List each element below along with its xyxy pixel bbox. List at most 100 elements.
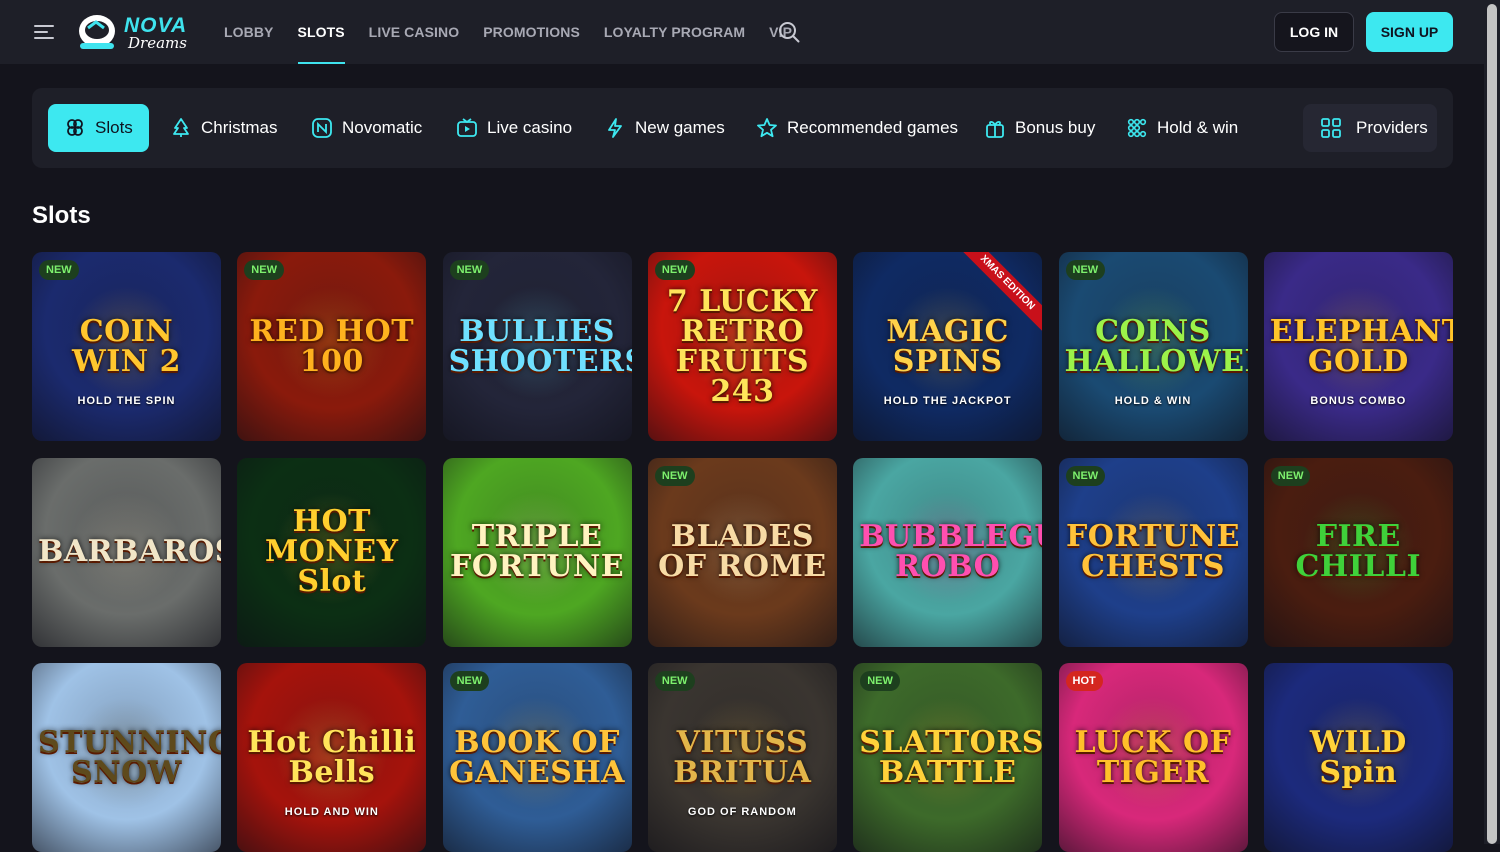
category-christmas[interactable]: Christmas (170, 104, 278, 152)
game-title: Hot Chilli Bells (247, 724, 417, 790)
star-icon (757, 118, 777, 138)
dots-icon (1127, 118, 1147, 138)
game-tile[interactable]: ELEPHANT'S GOLD BONUS COMBO (1263, 252, 1453, 441)
logo[interactable]: NOVA Dreams (74, 10, 187, 54)
gift-icon (986, 121, 1004, 138)
tv-icon (457, 118, 477, 137)
game-tile[interactable]: MAGIC SPINS HOLD THE JACKPOT XMAS EDITION (853, 252, 1043, 441)
providers-label: Providers (1356, 118, 1428, 137)
new-badge: NEW (1065, 260, 1106, 280)
category-label: Slots (95, 118, 133, 137)
game-title: BARBAROSSA (38, 534, 221, 569)
category-label: Live casino (487, 118, 573, 137)
game-title: 7 LUCKY RETRO FRUITS 243 (666, 283, 818, 409)
login-button[interactable]: LOG IN (1274, 12, 1354, 52)
new-badge: NEW (654, 465, 695, 486)
new-badge: NEW (654, 260, 695, 280)
category-live-casino[interactable]: Live casino (456, 104, 572, 152)
game-tile[interactable]: COINS HALLOWEEN HOLD & WIN NEW (1058, 252, 1248, 441)
nav-slots[interactable]: SLOTS (297, 0, 345, 64)
astronaut-logo-icon (79, 15, 115, 49)
category-slots[interactable]: Slots (48, 104, 149, 152)
lightning-icon (608, 118, 622, 138)
game-title: BOOK OF GANESHA (449, 724, 626, 790)
game-tile[interactable]: COIN WIN 2 HOLD THE SPIN NEW (32, 252, 221, 441)
game-tile[interactable]: BARBAROSSA (32, 457, 221, 647)
hot-badge: HOT (1065, 671, 1103, 691)
game-tile[interactable]: BUBBLEGUM ROBO (853, 457, 1043, 647)
game-tile[interactable]: 7 LUCKY RETRO FRUITS 243 NEW (647, 252, 837, 441)
game-title: BLADES OF ROME (658, 519, 827, 584)
main-nav: LOBBY SLOTS LIVE CASINO PROMOTIONS LOYAL… (224, 0, 816, 64)
game-title: FIRE CHILLI (1295, 519, 1422, 584)
nav-loyalty-program[interactable]: LOYALTY PROGRAM (604, 0, 745, 64)
new-badge: NEW (449, 260, 490, 280)
game-title: BUBBLEGUM ROBO (859, 519, 1042, 584)
game-tile[interactable]: TRIPLE FORTUNE (442, 457, 632, 647)
logo-text-dreams: Dreams (128, 34, 187, 52)
scrollbar-thumb[interactable] (1487, 4, 1497, 844)
search-icon[interactable] (778, 21, 800, 43)
game-tile[interactable]: STUNNING SNOW (32, 663, 221, 852)
category-label: Novomatic (342, 118, 423, 137)
game-title: BULLIES SHOOTERS (448, 313, 632, 379)
game-title: ELEPHANT'S GOLD (1269, 313, 1453, 379)
new-badge: NEW (1270, 465, 1311, 486)
game-subtitle: HOLD & WIN (1114, 395, 1192, 407)
game-tile[interactable]: BOOK OF GANESHA NEW (442, 663, 632, 852)
category-label: Hold & win (1157, 118, 1239, 137)
game-title: COINS HALLOWEEN (1064, 313, 1248, 379)
game-title: WILD Spin (1309, 724, 1407, 790)
section-title: Slots (32, 202, 91, 229)
game-title: MAGIC SPINS (886, 313, 1009, 379)
game-tile[interactable]: SLATTORS BATTLE NEW (853, 663, 1043, 852)
game-tile[interactable]: VITUSS BRITUA GOD OF RANDOM NEW (647, 663, 837, 852)
clover-icon (67, 119, 83, 136)
new-badge: NEW (654, 671, 695, 691)
game-title: LUCK OF TIGER (1074, 724, 1232, 790)
christmas-tree-icon (173, 118, 189, 137)
game-title: SLATTORS BATTLE (859, 724, 1043, 790)
category-recommended-games[interactable]: Recommended games (756, 104, 958, 152)
grid-icon (1321, 118, 1341, 138)
category-label: New games (635, 118, 725, 137)
nav-live-casino[interactable]: LIVE CASINO (369, 0, 460, 64)
new-badge: NEW (39, 260, 79, 280)
category-label: Recommended games (787, 118, 959, 137)
nav-promotions[interactable]: PROMOTIONS (483, 0, 580, 64)
game-tile[interactable]: HOT MONEY Slot (237, 457, 427, 647)
game-title: TRIPLE FORTUNE (450, 519, 625, 584)
providers-button[interactable]: Providers (1303, 104, 1437, 152)
game-subtitle: HOLD AND WIN (284, 806, 379, 818)
game-title: COIN WIN 2 (72, 313, 181, 379)
category-hold-and-win[interactable]: Hold & win (1126, 104, 1238, 152)
category-bonus-buy[interactable]: Bonus buy (984, 104, 1095, 152)
new-badge: NEW (1065, 465, 1106, 486)
game-tile[interactable]: FIRE CHILLI NEW (1263, 457, 1453, 647)
nav-lobby[interactable]: LOBBY (224, 0, 274, 64)
game-tile[interactable]: BULLIES SHOOTERS NEW (442, 252, 632, 441)
game-tile[interactable]: WILD Spin (1263, 663, 1453, 852)
game-subtitle: BONUS COMBO (1310, 395, 1407, 407)
signup-button[interactable]: SIGN UP (1366, 12, 1453, 52)
game-tile[interactable]: FORTUNE CHESTS NEW (1058, 457, 1248, 647)
category-bar: Slots Christmas Novomatic Live casino Ne… (32, 88, 1453, 168)
game-title: RED HOT 100 (249, 313, 415, 379)
new-badge: NEW (449, 671, 490, 691)
game-title: FORTUNE CHESTS (1065, 519, 1241, 584)
game-subtitle: GOD OF RANDOM (687, 806, 797, 818)
game-title: VITUSS BRITUA (673, 724, 812, 790)
category-new-games[interactable]: New games (604, 104, 725, 152)
novomatic-icon (312, 118, 332, 138)
game-tile[interactable]: RED HOT 100 NEW (237, 252, 427, 441)
category-label: Christmas (201, 118, 278, 137)
category-label: Bonus buy (1015, 118, 1096, 137)
game-tile[interactable]: Hot Chilli Bells HOLD AND WIN (237, 663, 427, 852)
category-novomatic[interactable]: Novomatic (311, 104, 422, 152)
menu-icon[interactable] (34, 24, 54, 40)
game-subtitle: HOLD THE SPIN (77, 395, 176, 407)
new-badge: NEW (860, 671, 900, 691)
game-tile[interactable]: LUCK OF TIGER HOT (1058, 663, 1248, 852)
top-header: NOVA Dreams LOBBY SLOTS LIVE CASINO PROM… (0, 0, 1500, 64)
game-tile[interactable]: BLADES OF ROME NEW (647, 457, 837, 647)
